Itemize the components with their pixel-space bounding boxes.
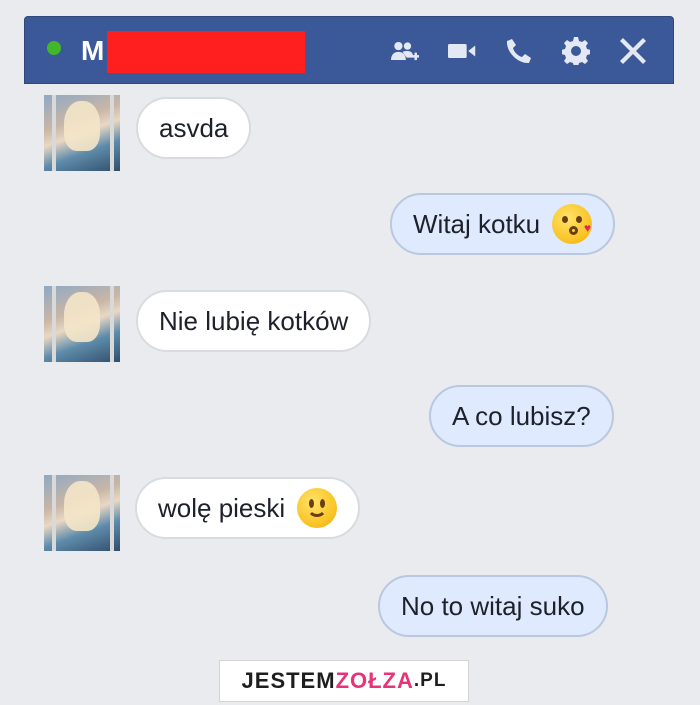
kissing-face-emoji: ♥ [552, 204, 593, 244]
incoming-message-bubble: wolę pieski [135, 477, 361, 539]
contact-avatar[interactable] [44, 95, 120, 171]
site-watermark-logo: JESTEM ZOŁZA .PL [219, 660, 469, 702]
message-text: Nie lubię kotków [159, 305, 349, 336]
name-redaction-box [107, 31, 305, 73]
outgoing-message-bubble: No to witaj suko [378, 575, 608, 637]
video-call-icon[interactable] [448, 37, 476, 65]
add-friend-icon[interactable] [391, 37, 419, 65]
close-icon[interactable] [619, 37, 647, 65]
message-text: wolę pieski [158, 492, 286, 523]
message-text: Witaj kotku [413, 208, 541, 239]
online-status-dot [47, 41, 61, 55]
contact-avatar[interactable] [44, 286, 120, 362]
phone-icon[interactable] [505, 37, 533, 65]
outgoing-message-bubble: A co lubisz? [429, 385, 614, 447]
incoming-message-bubble: Nie lubię kotków [136, 290, 372, 352]
smiling-face-emoji [297, 488, 338, 528]
outgoing-message-bubble: Witaj kotku ♥ [390, 193, 616, 255]
incoming-message-bubble: asvda [136, 97, 252, 159]
settings-icon[interactable] [562, 37, 590, 65]
message-text: A co lubisz? [452, 400, 591, 431]
message-text: No to witaj suko [401, 590, 585, 621]
chat-header: M [24, 16, 674, 84]
contact-name[interactable]: M [81, 36, 104, 66]
message-text: asvda [159, 112, 229, 143]
contact-avatar[interactable] [44, 475, 120, 551]
